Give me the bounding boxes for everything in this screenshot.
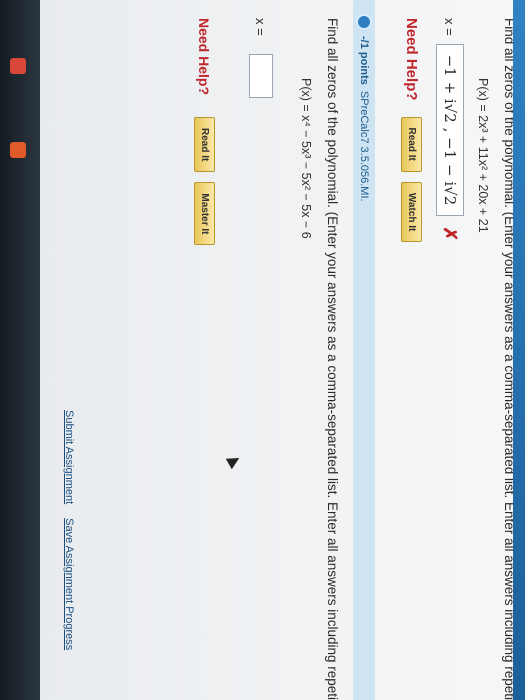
question-1: Find all zeros of the polynomial. (Enter…: [401, 18, 517, 700]
incorrect-icon: ✗: [440, 226, 461, 242]
taskbar: [0, 0, 40, 700]
question-1-polynomial: P(x) = 2x³ + 11x² + 20x + 21: [476, 78, 490, 233]
read-it-button[interactable]: Read It: [194, 117, 215, 173]
question-1-answer-field[interactable]: −1 + i√2 , −1 − i√2: [436, 43, 464, 217]
question-1-x-label: x =: [442, 18, 458, 36]
question-2-polynomial: P(x) = x⁴ − 5x³ − 5x² − 5x − 6: [299, 78, 313, 239]
question-2-prompt: Find all zeros of the polynomial. (Enter…: [325, 18, 340, 700]
need-help-label: Need Help?: [403, 18, 420, 101]
question-2-source[interactable]: SPreCalc7 3.5.056.MI.: [358, 91, 370, 202]
question-2-x-label: x =: [253, 18, 269, 36]
read-it-button[interactable]: Read It: [401, 116, 422, 172]
window-edge: [513, 0, 525, 700]
question-2-answer-field[interactable]: [249, 53, 273, 98]
app-icon[interactable]: [10, 142, 26, 158]
gmail-icon[interactable]: [10, 58, 26, 74]
need-help-label: Need Help?: [196, 18, 213, 96]
watch-it-button[interactable]: Watch It: [401, 181, 422, 243]
browser-screen: Find all zeros of the polynomial. (Enter…: [40, 0, 525, 700]
assignment-page: Find all zeros of the polynomial. (Enter…: [40, 0, 525, 700]
save-progress-link[interactable]: Save Assignment Progress: [63, 518, 75, 650]
master-it-button[interactable]: Master It: [194, 182, 215, 246]
question-2-header: -/1 points SPreCalc7 3.5.056.MI.: [353, 0, 375, 700]
question-2: Find all zeros of the polynomial. (Enter…: [194, 18, 340, 700]
assignment-footer: Submit Assignment Save Assignment Progre…: [63, 410, 75, 664]
submit-assignment-link[interactable]: Submit Assignment: [63, 410, 75, 504]
question-status-icon: [356, 14, 372, 30]
question-2-points: -/1 points: [358, 36, 370, 85]
